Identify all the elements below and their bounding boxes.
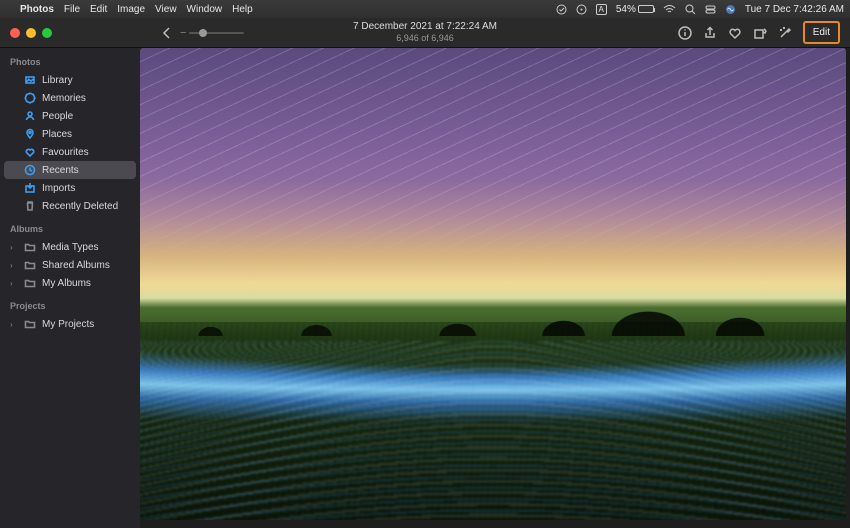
sidebar-item-label: Favourites xyxy=(42,147,89,158)
sidebar-item-imports[interactable]: Imports xyxy=(0,179,140,197)
sidebar-item-recently-deleted[interactable]: Recently Deleted xyxy=(0,197,140,215)
back-button-icon[interactable] xyxy=(162,27,172,39)
photo-datetime-label: 7 December 2021 at 7:22:24 AM xyxy=(353,21,497,33)
sidebar-heading: Photos xyxy=(0,48,140,71)
sidebar: Photos Library Memories People Places Favouri… xyxy=(0,48,140,528)
menu-file[interactable]: File xyxy=(64,4,80,15)
zoom-slider[interactable]: − xyxy=(180,27,244,39)
edit-button[interactable]: Edit xyxy=(803,21,840,44)
sync-check-icon[interactable] xyxy=(556,4,567,15)
disclosure-chevron-icon[interactable]: › xyxy=(10,243,18,252)
battery-indicator[interactable]: 54% xyxy=(616,4,654,15)
menu-window[interactable]: Window xyxy=(187,4,223,15)
control-centre-icon[interactable] xyxy=(705,4,716,15)
sidebar-item-label: Memories xyxy=(42,93,86,104)
menu-view[interactable]: View xyxy=(155,4,177,15)
minimize-window-button[interactable] xyxy=(26,28,36,38)
people-icon xyxy=(24,110,36,122)
menubar-app-name[interactable]: Photos xyxy=(20,4,54,15)
trash-icon xyxy=(24,200,36,212)
sidebar-heading: Projects xyxy=(0,292,140,315)
sidebar-item-label: Places xyxy=(42,129,72,140)
photo-position-label: 6,946 of 6,946 xyxy=(353,33,497,44)
sidebar-item-places[interactable]: Places xyxy=(0,125,140,143)
wifi-icon[interactable] xyxy=(663,4,676,14)
memories-icon xyxy=(24,92,36,104)
menu-help[interactable]: Help xyxy=(232,4,253,15)
sidebar-item-label: Shared Albums xyxy=(42,260,110,271)
favourite-heart-icon[interactable] xyxy=(728,26,742,40)
sidebar-item-label: People xyxy=(42,111,73,122)
disclosure-chevron-icon[interactable]: › xyxy=(10,279,18,288)
sidebar-item-library[interactable]: Library xyxy=(0,71,140,89)
zoom-minus-icon: − xyxy=(180,27,186,39)
titlebar-caption: 7 December 2021 at 7:22:24 AM 6,946 of 6… xyxy=(353,21,497,44)
library-icon xyxy=(24,74,36,86)
battery-percent: 54% xyxy=(616,4,636,15)
battery-icon xyxy=(638,5,654,13)
import-icon xyxy=(24,182,36,194)
sidebar-item-label: My Albums xyxy=(42,278,91,289)
disclosure-chevron-icon[interactable]: › xyxy=(10,320,18,329)
window-titlebar: − 7 December 2021 at 7:22:24 AM 6,946 of… xyxy=(0,18,850,48)
window-controls xyxy=(10,28,52,38)
folder-icon xyxy=(24,241,36,253)
sidebar-item-people[interactable]: People xyxy=(0,107,140,125)
siri-icon[interactable] xyxy=(725,4,736,15)
photo-content xyxy=(140,48,846,520)
clock-icon xyxy=(24,164,36,176)
disclosure-chevron-icon[interactable]: › xyxy=(10,261,18,270)
sidebar-item-my-projects[interactable]: › My Projects xyxy=(0,315,140,333)
sidebar-item-my-albums[interactable]: › My Albums xyxy=(0,274,140,292)
rotate-icon[interactable] xyxy=(753,26,767,40)
spotlight-icon[interactable] xyxy=(685,4,696,15)
auto-enhance-icon[interactable] xyxy=(778,26,792,40)
sidebar-item-label: Media Types xyxy=(42,242,99,253)
sidebar-heading: Albums xyxy=(0,215,140,238)
folder-icon xyxy=(24,318,36,330)
sidebar-item-label: Imports xyxy=(42,183,75,194)
sidebar-item-label: Library xyxy=(42,75,73,86)
target-icon[interactable] xyxy=(576,4,587,15)
macos-menubar: Photos File Edit Image View Window Help … xyxy=(0,0,850,18)
folder-icon xyxy=(24,277,36,289)
sidebar-item-media-types[interactable]: › Media Types xyxy=(0,238,140,256)
input-source-indicator[interactable]: A xyxy=(596,4,607,15)
photos-window: − 7 December 2021 at 7:22:24 AM 6,946 of… xyxy=(0,18,850,528)
menu-image[interactable]: Image xyxy=(117,4,145,15)
sidebar-item-label: Recently Deleted xyxy=(42,201,118,212)
sidebar-item-recents[interactable]: Recents xyxy=(4,161,136,179)
sidebar-item-shared-albums[interactable]: › Shared Albums xyxy=(0,256,140,274)
fullscreen-window-button[interactable] xyxy=(42,28,52,38)
share-icon[interactable] xyxy=(703,26,717,40)
folder-icon xyxy=(24,259,36,271)
menu-edit[interactable]: Edit xyxy=(90,4,107,15)
heart-icon xyxy=(24,146,36,158)
close-window-button[interactable] xyxy=(10,28,20,38)
sidebar-item-memories[interactable]: Memories xyxy=(0,89,140,107)
photo-viewer[interactable] xyxy=(140,48,850,528)
sidebar-item-favourites[interactable]: Favourites xyxy=(0,143,140,161)
sidebar-item-label: My Projects xyxy=(42,319,94,330)
sidebar-item-label: Recents xyxy=(42,165,79,176)
menubar-clock[interactable]: Tue 7 Dec 7:42:26 AM xyxy=(745,4,844,15)
places-icon xyxy=(24,128,36,140)
info-icon[interactable] xyxy=(678,26,692,40)
